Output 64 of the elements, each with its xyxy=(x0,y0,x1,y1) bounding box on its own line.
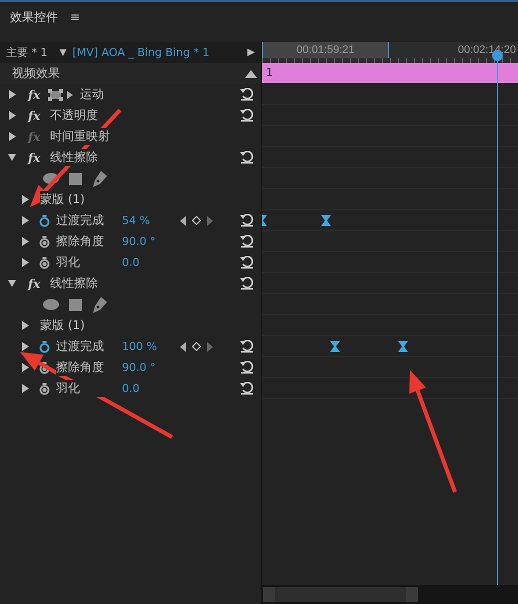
mask-label: 蒙版 (1) xyxy=(40,191,85,208)
disclosure-triangle[interactable] xyxy=(21,342,29,351)
disclosure-triangle[interactable] xyxy=(21,216,29,225)
reset-icon[interactable] xyxy=(240,214,254,227)
effect-name: 线性擦除 xyxy=(50,149,98,166)
add-keyframe-icon[interactable] xyxy=(192,216,201,225)
disclosure-triangle[interactable] xyxy=(8,132,16,141)
panel-title: 效果控件 xyxy=(10,8,58,26)
reset-icon[interactable] xyxy=(240,340,254,353)
collapse-icon[interactable] xyxy=(245,70,257,78)
reset-icon[interactable] xyxy=(240,277,254,290)
dropdown-caret[interactable]: ▼ xyxy=(60,48,66,58)
panel-menu-icon[interactable]: ≡ xyxy=(70,10,80,24)
stopwatch-icon[interactable] xyxy=(39,340,50,352)
in-out-range[interactable]: 00:01:59:21 xyxy=(262,42,389,58)
clip-bar[interactable]: 1 xyxy=(262,63,518,83)
disclosure-triangle[interactable] xyxy=(21,363,29,372)
horizontal-scrollbar[interactable] xyxy=(262,585,518,604)
pen-icon[interactable] xyxy=(92,296,107,312)
time-label: 00:01:59:21 xyxy=(296,44,355,56)
disclosure-triangle[interactable] xyxy=(21,195,29,204)
stopwatch-icon[interactable] xyxy=(39,256,50,268)
section-title: 视频效果 xyxy=(12,65,60,82)
stopwatch-icon[interactable] xyxy=(39,362,50,374)
reset-icon[interactable] xyxy=(240,151,254,164)
add-keyframe-icon[interactable] xyxy=(192,342,201,351)
effect-name: 运动 xyxy=(80,86,104,103)
next-keyframe-icon[interactable] xyxy=(207,342,213,352)
reset-icon[interactable] xyxy=(240,361,254,374)
disclosure-triangle[interactable] xyxy=(8,90,16,99)
stopwatch-icon[interactable] xyxy=(39,214,50,226)
master-clip-label[interactable]: 主要 * 1 xyxy=(6,45,54,60)
keyframe-icon[interactable] xyxy=(330,341,340,352)
reset-icon[interactable] xyxy=(240,256,254,269)
rectangle-mask-icon[interactable] xyxy=(69,298,82,310)
rectangle-mask-icon[interactable] xyxy=(69,172,82,184)
disclosure-triangle[interactable] xyxy=(21,321,29,330)
ellipse-mask-icon[interactable] xyxy=(43,299,59,310)
next-keyframe-icon[interactable] xyxy=(207,216,213,226)
effect-name: 时间重映射 xyxy=(50,128,110,145)
disclosure-triangle[interactable] xyxy=(21,258,29,267)
time-label: 00:02:14:20 xyxy=(458,43,516,58)
effect-name: 线性擦除 xyxy=(50,275,98,292)
disclosure-triangle[interactable] xyxy=(8,153,16,162)
keyframe-icon[interactable] xyxy=(321,215,331,226)
scrollbar-thumb[interactable] xyxy=(263,587,418,602)
stopwatch-icon[interactable] xyxy=(39,382,50,394)
mask-label: 蒙版 (1) xyxy=(40,317,85,334)
ellipse-mask-icon[interactable] xyxy=(43,173,59,184)
time-ruler[interactable]: 00:01:59:21 00:02:14:20 xyxy=(262,42,518,63)
disclosure-triangle[interactable] xyxy=(8,279,16,288)
reset-icon[interactable] xyxy=(240,109,254,122)
transform-icon[interactable] xyxy=(48,88,74,100)
disclosure-triangle[interactable] xyxy=(8,111,16,120)
stopwatch-icon[interactable] xyxy=(39,236,50,248)
show-timeline-toggle[interactable]: ▶ xyxy=(247,47,255,58)
disclosure-triangle[interactable] xyxy=(21,237,29,246)
reset-icon[interactable] xyxy=(240,235,254,248)
disclosure-triangle[interactable] xyxy=(21,384,29,393)
reset-icon[interactable] xyxy=(240,382,254,395)
clip-name[interactable]: [MV] AOA _ Bing Bing * 1 xyxy=(72,46,210,59)
pen-icon[interactable] xyxy=(92,170,107,186)
reset-icon[interactable] xyxy=(240,88,254,101)
keyframe-icon[interactable] xyxy=(398,341,408,352)
